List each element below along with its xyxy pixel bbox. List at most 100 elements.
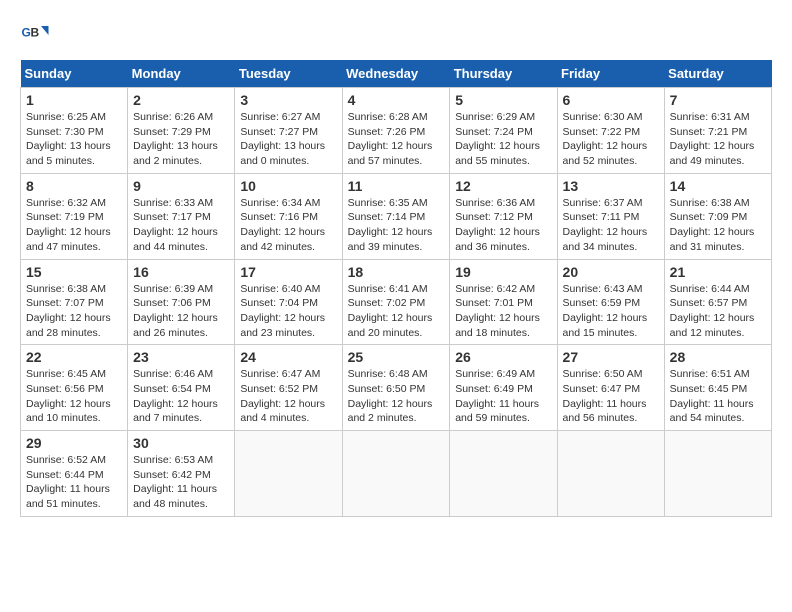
day-info: Sunrise: 6:31 AMSunset: 7:21 PMDaylight:… xyxy=(670,110,766,169)
day-info: Sunrise: 6:38 AMSunset: 7:07 PMDaylight:… xyxy=(26,282,122,341)
day-number: 4 xyxy=(348,92,445,108)
column-header-thursday: Thursday xyxy=(450,60,557,88)
calendar-cell: 29Sunrise: 6:52 AMSunset: 6:44 PMDayligh… xyxy=(21,431,128,517)
calendar-cell: 14 Sunrise: 6:38 AMSunset: 7:09 PMDayligh… xyxy=(664,173,771,259)
day-number: 24 xyxy=(240,349,336,365)
column-header-saturday: Saturday xyxy=(664,60,771,88)
calendar-cell: 12Sunrise: 6:36 AMSunset: 7:12 PMDayligh… xyxy=(450,173,557,259)
calendar-cell: 7 Sunrise: 6:31 AMSunset: 7:21 PMDaylight… xyxy=(664,88,771,174)
calendar-cell: 15 Sunrise: 6:38 AMSunset: 7:07 PMDayligh… xyxy=(21,259,128,345)
day-info: Sunrise: 6:29 AMSunset: 7:24 PMDaylight:… xyxy=(455,110,551,169)
calendar-cell: 1 Sunrise: 6:25 AMSunset: 7:30 PMDaylight… xyxy=(21,88,128,174)
calendar-cell xyxy=(664,431,771,517)
column-header-wednesday: Wednesday xyxy=(342,60,450,88)
calendar-cell: 25 Sunrise: 6:48 AMSunset: 6:50 PMDayligh… xyxy=(342,345,450,431)
calendar-cell: 20 Sunrise: 6:43 AMSunset: 6:59 PMDayligh… xyxy=(557,259,664,345)
day-number: 6 xyxy=(563,92,659,108)
column-header-friday: Friday xyxy=(557,60,664,88)
column-header-sunday: Sunday xyxy=(21,60,128,88)
calendar-cell: 11Sunrise: 6:35 AMSunset: 7:14 PMDayligh… xyxy=(342,173,450,259)
calendar-cell xyxy=(235,431,342,517)
calendar-cell: 9 Sunrise: 6:33 AMSunset: 7:17 PMDaylight… xyxy=(128,173,235,259)
day-info: Sunrise: 6:36 AMSunset: 7:12 PMDaylight:… xyxy=(455,196,551,255)
calendar-week-row: 29Sunrise: 6:52 AMSunset: 6:44 PMDayligh… xyxy=(21,431,772,517)
calendar-cell: 17 Sunrise: 6:40 AMSunset: 7:04 PMDayligh… xyxy=(235,259,342,345)
calendar-cell: 3 Sunrise: 6:27 AMSunset: 7:27 PMDaylight… xyxy=(235,88,342,174)
day-info: Sunrise: 6:34 AMSunset: 7:16 PMDaylight:… xyxy=(240,196,336,255)
calendar-cell: 4Sunrise: 6:28 AMSunset: 7:26 PMDaylight… xyxy=(342,88,450,174)
day-info: Sunrise: 6:37 AMSunset: 7:11 PMDaylight:… xyxy=(563,196,659,255)
calendar-cell: 5 Sunrise: 6:29 AMSunset: 7:24 PMDaylight… xyxy=(450,88,557,174)
day-info: Sunrise: 6:25 AMSunset: 7:30 PMDaylight:… xyxy=(26,110,122,169)
day-number: 3 xyxy=(240,92,336,108)
day-number: 16 xyxy=(133,264,229,280)
calendar-cell: 30 Sunrise: 6:53 AMSunset: 6:42 PMDayligh… xyxy=(128,431,235,517)
day-info: Sunrise: 6:50 AMSunset: 6:47 PMDaylight:… xyxy=(563,367,659,426)
calendar-cell: 16 Sunrise: 6:39 AMSunset: 7:06 PMDayligh… xyxy=(128,259,235,345)
column-header-monday: Monday xyxy=(128,60,235,88)
day-number: 29 xyxy=(26,435,122,451)
day-number: 13 xyxy=(563,178,659,194)
calendar-cell: 8Sunrise: 6:32 AMSunset: 7:19 PMDaylight… xyxy=(21,173,128,259)
calendar-cell: 13 Sunrise: 6:37 AMSunset: 7:11 PMDayligh… xyxy=(557,173,664,259)
day-number: 14 xyxy=(670,178,766,194)
day-number: 5 xyxy=(455,92,551,108)
day-number: 2 xyxy=(133,92,229,108)
calendar-week-row: 8Sunrise: 6:32 AMSunset: 7:19 PMDaylight… xyxy=(21,173,772,259)
day-info: Sunrise: 6:39 AMSunset: 7:06 PMDaylight:… xyxy=(133,282,229,341)
day-info: Sunrise: 6:44 AMSunset: 6:57 PMDaylight:… xyxy=(670,282,766,341)
column-header-tuesday: Tuesday xyxy=(235,60,342,88)
calendar-cell: 10Sunrise: 6:34 AMSunset: 7:16 PMDayligh… xyxy=(235,173,342,259)
day-number: 17 xyxy=(240,264,336,280)
calendar-cell: 27Sunrise: 6:50 AMSunset: 6:47 PMDayligh… xyxy=(557,345,664,431)
day-number: 20 xyxy=(563,264,659,280)
day-number: 7 xyxy=(670,92,766,108)
day-number: 15 xyxy=(26,264,122,280)
calendar-header-row: SundayMondayTuesdayWednesdayThursdayFrid… xyxy=(21,60,772,88)
calendar-cell xyxy=(557,431,664,517)
day-info: Sunrise: 6:27 AMSunset: 7:27 PMDaylight:… xyxy=(240,110,336,169)
day-info: Sunrise: 6:33 AMSunset: 7:17 PMDaylight:… xyxy=(133,196,229,255)
day-info: Sunrise: 6:41 AMSunset: 7:02 PMDaylight:… xyxy=(348,282,445,341)
calendar-week-row: 15 Sunrise: 6:38 AMSunset: 7:07 PMDayligh… xyxy=(21,259,772,345)
day-info: Sunrise: 6:26 AMSunset: 7:29 PMDaylight:… xyxy=(133,110,229,169)
day-info: Sunrise: 6:30 AMSunset: 7:22 PMDaylight:… xyxy=(563,110,659,169)
logo-icon: G B xyxy=(20,20,50,50)
calendar-cell: 23 Sunrise: 6:46 AMSunset: 6:54 PMDayligh… xyxy=(128,345,235,431)
day-number: 23 xyxy=(133,349,229,365)
day-info: Sunrise: 6:47 AMSunset: 6:52 PMDaylight:… xyxy=(240,367,336,426)
day-info: Sunrise: 6:43 AMSunset: 6:59 PMDaylight:… xyxy=(563,282,659,341)
calendar-cell: 2 Sunrise: 6:26 AMSunset: 7:29 PMDaylight… xyxy=(128,88,235,174)
svg-text:G: G xyxy=(22,26,31,40)
day-number: 18 xyxy=(348,264,445,280)
calendar-cell: 28 Sunrise: 6:51 AMSunset: 6:45 PMDayligh… xyxy=(664,345,771,431)
day-info: Sunrise: 6:46 AMSunset: 6:54 PMDaylight:… xyxy=(133,367,229,426)
day-info: Sunrise: 6:49 AMSunset: 6:49 PMDaylight:… xyxy=(455,367,551,426)
day-number: 28 xyxy=(670,349,766,365)
svg-text:B: B xyxy=(31,26,40,40)
day-info: Sunrise: 6:45 AMSunset: 6:56 PMDaylight:… xyxy=(26,367,122,426)
calendar-table: SundayMondayTuesdayWednesdayThursdayFrid… xyxy=(20,60,772,517)
day-number: 21 xyxy=(670,264,766,280)
day-number: 30 xyxy=(133,435,229,451)
day-info: Sunrise: 6:42 AMSunset: 7:01 PMDaylight:… xyxy=(455,282,551,341)
logo: G B xyxy=(20,20,54,50)
calendar-cell: 26 Sunrise: 6:49 AMSunset: 6:49 PMDayligh… xyxy=(450,345,557,431)
day-number: 25 xyxy=(348,349,445,365)
day-number: 1 xyxy=(26,92,122,108)
day-info: Sunrise: 6:53 AMSunset: 6:42 PMDaylight:… xyxy=(133,453,229,512)
day-number: 9 xyxy=(133,178,229,194)
calendar-cell xyxy=(450,431,557,517)
day-info: Sunrise: 6:38 AMSunset: 7:09 PMDaylight:… xyxy=(670,196,766,255)
day-number: 11 xyxy=(348,178,445,194)
day-info: Sunrise: 6:40 AMSunset: 7:04 PMDaylight:… xyxy=(240,282,336,341)
calendar-cell: 19 Sunrise: 6:42 AMSunset: 7:01 PMDayligh… xyxy=(450,259,557,345)
day-info: Sunrise: 6:32 AMSunset: 7:19 PMDaylight:… xyxy=(26,196,122,255)
calendar-cell: 21 Sunrise: 6:44 AMSunset: 6:57 PMDayligh… xyxy=(664,259,771,345)
day-number: 26 xyxy=(455,349,551,365)
calendar-week-row: 22Sunrise: 6:45 AMSunset: 6:56 PMDayligh… xyxy=(21,345,772,431)
page-header: G B xyxy=(20,20,772,50)
day-info: Sunrise: 6:48 AMSunset: 6:50 PMDaylight:… xyxy=(348,367,445,426)
day-number: 19 xyxy=(455,264,551,280)
day-info: Sunrise: 6:51 AMSunset: 6:45 PMDaylight:… xyxy=(670,367,766,426)
